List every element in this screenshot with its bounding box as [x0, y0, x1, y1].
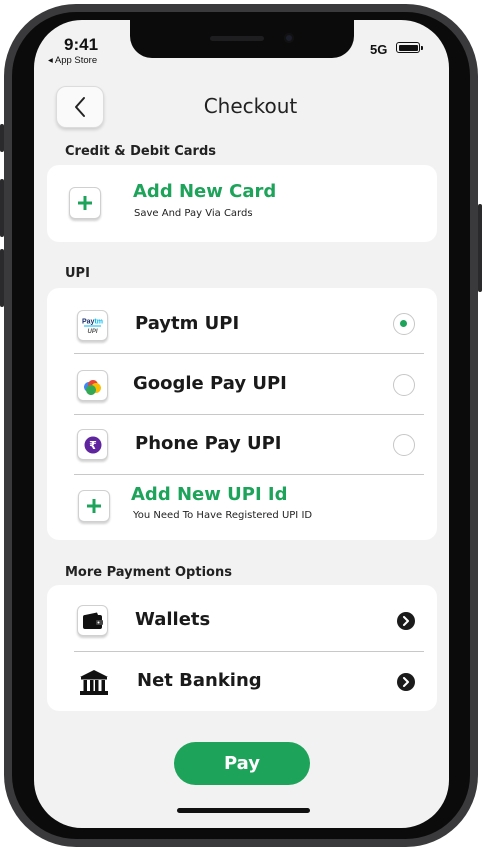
option-wallets[interactable]: Wallets [135, 609, 210, 630]
divider [74, 651, 424, 652]
upi-panel: Paytm UPI Paytm UPI Google Pay UPI ₹ Pho… [47, 288, 437, 540]
mute-switch [0, 124, 4, 152]
upi-option-paytm[interactable]: Paytm UPI [135, 313, 239, 334]
plus-icon [87, 499, 101, 513]
notch [130, 20, 354, 58]
add-upi-title[interactable]: Add New UPI Id [131, 484, 288, 505]
chevron-right-icon[interactable] [397, 612, 415, 630]
add-card-button[interactable] [69, 187, 101, 219]
radio-phonepe[interactable] [393, 434, 415, 456]
status-time: 9:41 [64, 35, 99, 54]
app-screen: 9:41 ◂ App Store 5G Checkout Credit & De… [34, 20, 449, 828]
wallet-icon [77, 605, 108, 636]
section-label-cards: Credit & Debit Cards [65, 144, 217, 159]
paytm-icon: Paytm UPI [77, 310, 108, 341]
add-card-subtitle: Save And Pay Via Cards [134, 208, 253, 219]
more-options-panel: Wallets Net Banking [47, 585, 437, 711]
page-title: Checkout [203, 94, 298, 118]
volume-down-button [0, 249, 4, 307]
phonepe-icon: ₹ [77, 429, 108, 460]
divider [74, 414, 424, 415]
svg-text:UPI: UPI [87, 329, 97, 335]
home-indicator[interactable] [177, 808, 310, 813]
section-label-upi: UPI [65, 266, 90, 281]
bank-icon [77, 667, 110, 698]
add-upi-button[interactable] [78, 490, 110, 522]
pay-button[interactable]: Pay [174, 742, 310, 785]
battery-icon [396, 42, 423, 53]
power-button [478, 204, 482, 292]
option-net-banking[interactable]: Net Banking [137, 670, 262, 691]
divider [74, 474, 424, 475]
network-indicator: 5G [370, 42, 388, 57]
plus-icon [78, 196, 92, 210]
radio-google-pay[interactable] [393, 374, 415, 396]
divider [74, 353, 424, 354]
front-camera [284, 33, 294, 43]
add-card-title: Add New Card [133, 181, 277, 202]
svg-text:Paytm: Paytm [82, 318, 103, 325]
upi-option-phonepe[interactable]: Phone Pay UPI [135, 433, 281, 454]
chevron-right-icon[interactable] [397, 673, 415, 691]
speaker [210, 36, 264, 41]
add-card-panel[interactable]: Add New Card Save And Pay Via Cards [47, 165, 437, 242]
google-pay-icon [77, 370, 108, 401]
upi-option-google-pay[interactable]: Google Pay UPI [133, 373, 287, 394]
section-label-more: More Payment Options [65, 565, 232, 580]
radio-paytm[interactable] [393, 313, 415, 335]
add-upi-subtitle: You Need To Have Registered UPI ID [133, 510, 313, 521]
svg-text:₹: ₹ [89, 439, 97, 452]
volume-up-button [0, 179, 4, 237]
back-to-app-link[interactable]: ◂ App Store [48, 55, 97, 66]
